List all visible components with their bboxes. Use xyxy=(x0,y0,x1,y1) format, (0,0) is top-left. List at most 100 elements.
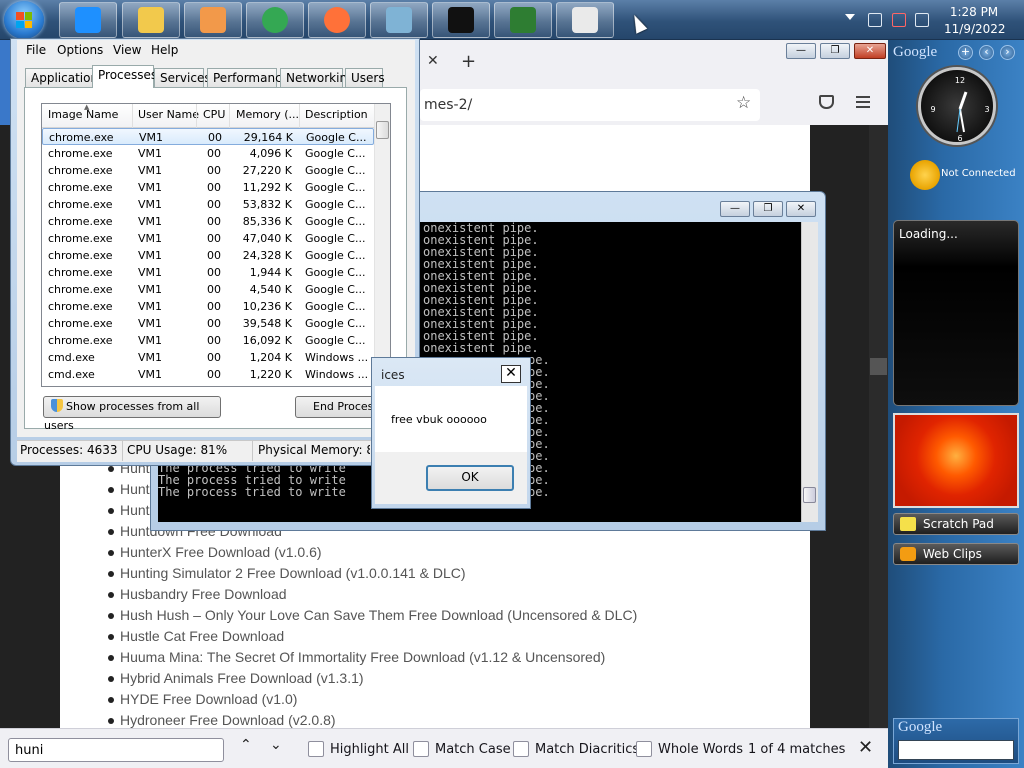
match-case-checkbox[interactable]: Match Case xyxy=(413,740,511,758)
tab-users[interactable]: Users xyxy=(345,68,385,87)
table-row[interactable]: chrome.exe VM1 00 47,040 K Google C... xyxy=(42,230,374,247)
list-item[interactable]: Hunting Simulator 2 Free Download (v1.0.… xyxy=(60,563,810,584)
svg-text:3: 3 xyxy=(984,105,989,114)
table-row[interactable]: chrome.exe VM1 00 10,236 K Google C... xyxy=(42,298,374,315)
table-row[interactable]: chrome.exe VM1 00 4,540 K Google C... xyxy=(42,281,374,298)
table-row[interactable]: chrome.exe VM1 00 11,292 K Google C... xyxy=(42,179,374,196)
list-item[interactable]: Hybrid Animals Free Download (v1.3.1) xyxy=(60,668,810,689)
match-diacritics-checkbox[interactable]: Match Diacritics xyxy=(513,740,639,758)
menu-file[interactable]: File xyxy=(26,43,46,57)
table-row[interactable]: chrome.exe VM1 00 85,336 K Google C... xyxy=(42,213,374,230)
taskbar-button-explorer[interactable] xyxy=(122,2,180,38)
menu-view[interactable]: View xyxy=(113,43,141,57)
tab-processes[interactable]: Processes xyxy=(92,65,157,88)
tab-performance[interactable]: Performance xyxy=(207,68,289,87)
clock-date[interactable]: 11/9/2022 xyxy=(944,22,1006,36)
tray-expand-icon[interactable] xyxy=(845,14,855,20)
scratch-pad-gadget[interactable]: Scratch Pad xyxy=(893,513,1019,535)
google-search-input[interactable] xyxy=(898,740,1014,760)
slideshow-gadget[interactable] xyxy=(893,413,1019,508)
table-row[interactable]: chrome.exe VM1 00 39,548 K Google C... xyxy=(42,315,374,332)
add-gadget-icon[interactable]: + xyxy=(958,45,973,60)
url-bar[interactable]: mes-2/ xyxy=(420,89,760,121)
console-scrollbar-thumb[interactable] xyxy=(803,487,816,503)
page-scrollbar[interactable] xyxy=(869,125,888,728)
uac-shield-icon xyxy=(51,399,63,412)
menu-options[interactable]: Options xyxy=(57,43,103,57)
web-clips-gadget[interactable]: Web Clips xyxy=(893,543,1019,565)
find-input[interactable] xyxy=(8,738,224,762)
column-cpu[interactable]: CPU xyxy=(203,108,225,121)
message-box-close-icon[interactable]: ✕ xyxy=(501,365,521,383)
table-row[interactable]: chrome.exe VM1 00 53,832 K Google C... xyxy=(42,196,374,213)
table-row[interactable]: cmd.exe VM1 00 1,220 K Windows ... xyxy=(42,366,374,383)
action-center-icon[interactable] xyxy=(892,13,906,27)
pocket-icon[interactable] xyxy=(819,95,834,109)
column-description[interactable]: Description xyxy=(305,108,368,121)
find-close-icon[interactable]: ✕ xyxy=(858,737,873,758)
start-button[interactable] xyxy=(4,1,44,39)
table-row[interactable]: cmd.exe VM1 00 1,204 K Windows ... xyxy=(42,349,374,366)
menu-help[interactable]: Help xyxy=(151,43,178,57)
volume-icon[interactable] xyxy=(915,13,929,27)
console-minimize-button[interactable]: — xyxy=(720,201,750,217)
feed-gadget[interactable] xyxy=(893,220,1019,406)
find-previous-icon[interactable]: ⌃ xyxy=(240,737,252,753)
network-icon[interactable] xyxy=(868,13,882,27)
page-scrollbar-thumb[interactable] xyxy=(870,358,887,375)
column-separator[interactable] xyxy=(132,104,133,128)
table-row[interactable]: chrome.exe VM1 00 24,328 K Google C... xyxy=(42,247,374,264)
console-line-tail: pe. xyxy=(528,485,550,499)
next-icon[interactable]: › xyxy=(1000,45,1015,60)
table-row[interactable]: chrome.exe VM1 00 4,096 K Google C... xyxy=(42,145,374,162)
console-scrollbar[interactable] xyxy=(801,222,818,522)
table-row[interactable]: chrome.exe VM1 00 27,220 K Google C... xyxy=(42,162,374,179)
previous-icon[interactable]: ‹ xyxy=(979,45,994,60)
find-next-icon[interactable]: ⌄ xyxy=(270,737,282,753)
column-memory[interactable]: Memory (... xyxy=(236,108,299,121)
tab-services[interactable]: Services xyxy=(154,68,211,87)
taskbar-button-taskmgr[interactable] xyxy=(494,2,552,38)
hamburger-menu-icon[interactable] xyxy=(856,96,870,108)
show-all-processes-button[interactable]: Show processes from all users xyxy=(43,396,221,432)
table-row[interactable]: chrome.exe VM1 00 16,092 K Google C... xyxy=(42,332,374,349)
bookmark-star-icon[interactable]: ☆ xyxy=(736,93,751,113)
checkbox-icon xyxy=(513,741,529,757)
tab-close-icon[interactable]: ✕ xyxy=(427,53,439,69)
list-item[interactable]: Huuma Mina: The Secret Of Immortality Fr… xyxy=(60,647,810,668)
process-list-scrollbar-thumb[interactable] xyxy=(376,121,389,139)
taskbar-button-notepad[interactable] xyxy=(370,2,428,38)
minimize-button[interactable]: — xyxy=(786,43,816,59)
list-item[interactable]: Hush Hush – Only Your Love Can Save Them… xyxy=(60,605,810,626)
whole-words-checkbox[interactable]: Whole Words xyxy=(636,740,743,758)
column-separator[interactable] xyxy=(196,104,197,128)
taskbar-button-chrome[interactable] xyxy=(246,2,304,38)
table-row[interactable]: chrome.exe VM1 00 1,944 K Google C... xyxy=(42,264,374,281)
highlight-all-checkbox[interactable]: Highlight All xyxy=(308,740,409,758)
list-item[interactable]: HYDE Free Download (v1.0) xyxy=(60,689,810,710)
column-separator[interactable] xyxy=(229,104,230,128)
taskbar-button-ie[interactable] xyxy=(59,2,117,38)
taskbar-button-msgbox-app[interactable] xyxy=(556,2,614,38)
tab-applications[interactable]: Applications xyxy=(25,68,104,87)
clock-time[interactable]: 1:28 PM xyxy=(944,5,1004,19)
taskbar-button-media-player[interactable] xyxy=(184,2,242,38)
console-restore-button[interactable]: ❐ xyxy=(753,201,783,217)
ok-button[interactable]: OK xyxy=(426,465,514,491)
end-process-button[interactable]: End Process xyxy=(295,396,381,418)
close-button[interactable]: ✕ xyxy=(854,43,886,59)
column-separator[interactable] xyxy=(299,104,300,128)
tab-networking[interactable]: Networking xyxy=(280,68,355,87)
column-user-name[interactable]: User Name xyxy=(138,108,199,121)
table-row[interactable]: chrome.exe VM1 00 29,164 K Google C... xyxy=(42,128,374,145)
taskbar-button-cmd[interactable] xyxy=(432,2,490,38)
console-close-button[interactable]: ✕ xyxy=(786,201,816,217)
restore-button[interactable]: ❐ xyxy=(820,43,850,59)
list-item[interactable]: Hustle Cat Free Download xyxy=(60,626,810,647)
process-list-scrollbar[interactable] xyxy=(374,104,390,386)
table-cell: chrome.exe xyxy=(48,266,113,279)
list-item[interactable]: Husbandry Free Download xyxy=(60,584,810,605)
taskbar-button-firefox[interactable] xyxy=(308,2,366,38)
new-tab-icon[interactable]: + xyxy=(461,51,476,72)
list-item[interactable]: HunterX Free Download (v1.0.6) xyxy=(60,542,810,563)
